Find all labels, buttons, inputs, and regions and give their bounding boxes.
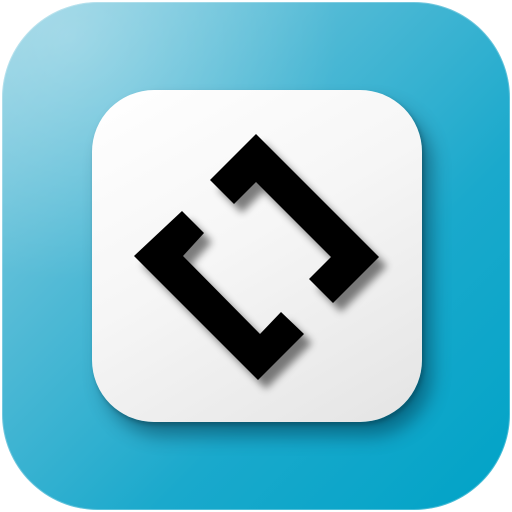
code-brackets-icon xyxy=(134,134,379,380)
bracket-lower-left xyxy=(134,211,304,380)
bracket-upper-right xyxy=(210,134,379,303)
icon-canvas xyxy=(0,0,512,512)
